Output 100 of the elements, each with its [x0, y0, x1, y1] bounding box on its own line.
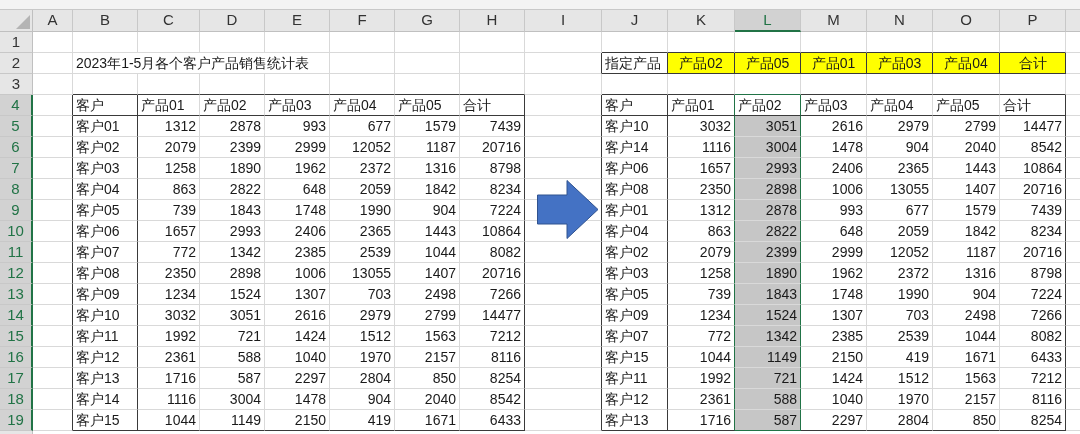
column-header[interactable]: J [602, 10, 668, 32]
row-header[interactable]: 15 [0, 326, 33, 347]
table-cell: 904 [330, 389, 395, 410]
select-all-icon[interactable] [16, 15, 30, 29]
row-header[interactable]: 16 [0, 347, 33, 368]
column-header[interactable]: K [668, 10, 735, 32]
row-header[interactable]: 10 [0, 221, 33, 242]
table-cell: 1116 [668, 137, 735, 158]
table-cell: 1307 [265, 284, 330, 305]
table-cell: 客户11 [73, 326, 138, 347]
table-cell: 1890 [735, 263, 801, 284]
table-cell: 3051 [200, 305, 265, 326]
table-cell: 2372 [330, 158, 395, 179]
picker-label: 指定产品 [602, 53, 668, 74]
table-cell: 1044 [395, 242, 460, 263]
column-heading: 合计 [1000, 95, 1066, 116]
table-cell: 2297 [265, 368, 330, 389]
table-cell: 1657 [668, 158, 735, 179]
row-header[interactable]: 19 [0, 410, 33, 431]
table-cell: 1962 [801, 263, 867, 284]
column-header[interactable]: F [330, 10, 395, 32]
row-header[interactable]: 12 [0, 263, 33, 284]
table-cell: 587 [735, 410, 801, 431]
row-header[interactable]: 4 [0, 95, 33, 116]
table-cell: 588 [735, 389, 801, 410]
table-cell: 2822 [200, 179, 265, 200]
table-cell: 2539 [867, 326, 933, 347]
table-cell: 2878 [735, 200, 801, 221]
column-header[interactable]: M [801, 10, 867, 32]
column-heading: 产品05 [395, 95, 460, 116]
row-header[interactable]: 7 [0, 158, 33, 179]
table-cell: 2979 [330, 305, 395, 326]
table-cell: 2399 [200, 137, 265, 158]
table-cell: 703 [330, 284, 395, 305]
table-cell: 1187 [395, 137, 460, 158]
table-cell: 1992 [668, 368, 735, 389]
table-cell: 20716 [1000, 179, 1066, 200]
table-cell: 648 [801, 221, 867, 242]
column-header[interactable]: H [460, 10, 525, 32]
table-cell: 1990 [867, 284, 933, 305]
table-cell: 客户07 [602, 326, 668, 347]
table-cell: 1563 [395, 326, 460, 347]
table-cell: 2804 [867, 410, 933, 431]
table-cell: 7212 [1000, 368, 1066, 389]
table-cell: 904 [933, 284, 1000, 305]
column-header[interactable]: C [138, 10, 200, 32]
table-cell: 客户14 [73, 389, 138, 410]
table-cell: 1748 [265, 200, 330, 221]
column-header[interactable]: O [933, 10, 1000, 32]
table-cell: 1424 [801, 368, 867, 389]
row-header[interactable]: 6 [0, 137, 33, 158]
table-cell: 1843 [735, 284, 801, 305]
table-cell: 客户04 [602, 221, 668, 242]
table-cell: 8116 [460, 347, 525, 368]
table-cell: 1579 [933, 200, 1000, 221]
column-header[interactable]: E [265, 10, 330, 32]
table-cell: 1512 [867, 368, 933, 389]
column-header[interactable]: G [395, 10, 460, 32]
table-cell: 677 [867, 200, 933, 221]
row-header[interactable]: 1 [0, 32, 33, 53]
row-header[interactable]: 13 [0, 284, 33, 305]
table-cell: 1716 [668, 410, 735, 431]
row-header[interactable]: 18 [0, 389, 33, 410]
row-header[interactable]: 14 [0, 305, 33, 326]
column-header[interactable]: P [1000, 10, 1066, 32]
column-heading: 客户 [73, 95, 138, 116]
table-cell: 1990 [330, 200, 395, 221]
table-cell: 2616 [801, 116, 867, 137]
table-cell: 2297 [801, 410, 867, 431]
row-header[interactable]: 3 [0, 74, 33, 95]
row-header[interactable]: 5 [0, 116, 33, 137]
table-cell: 3004 [200, 389, 265, 410]
table-cell: 2365 [330, 221, 395, 242]
row-header[interactable]: 9 [0, 200, 33, 221]
column-header[interactable]: N [867, 10, 933, 32]
column-header[interactable]: L [735, 10, 801, 32]
table-cell: 2372 [867, 263, 933, 284]
table-cell: 2157 [395, 347, 460, 368]
column-header[interactable]: I [525, 10, 602, 32]
table-cell: 2079 [668, 242, 735, 263]
table-cell: 2799 [395, 305, 460, 326]
table-cell: 3032 [138, 305, 200, 326]
table-cell: 1149 [200, 410, 265, 431]
table-cell: 2150 [265, 410, 330, 431]
table-cell: 1970 [867, 389, 933, 410]
table-cell: 1044 [668, 347, 735, 368]
table-cell: 8234 [460, 179, 525, 200]
product-cell: 合计 [1000, 53, 1066, 74]
table-cell: 2361 [138, 347, 200, 368]
column-header[interactable]: B [73, 10, 138, 32]
row-header[interactable]: 2 [0, 53, 33, 74]
row-header[interactable]: 11 [0, 242, 33, 263]
table-cell: 1407 [395, 263, 460, 284]
column-header[interactable]: A [33, 10, 73, 32]
table-cell: 2361 [668, 389, 735, 410]
column-header[interactable]: D [200, 10, 265, 32]
table-cell: 13055 [330, 263, 395, 284]
row-header[interactable]: 8 [0, 179, 33, 200]
row-header[interactable]: 17 [0, 368, 33, 389]
table-cell: 1187 [933, 242, 1000, 263]
